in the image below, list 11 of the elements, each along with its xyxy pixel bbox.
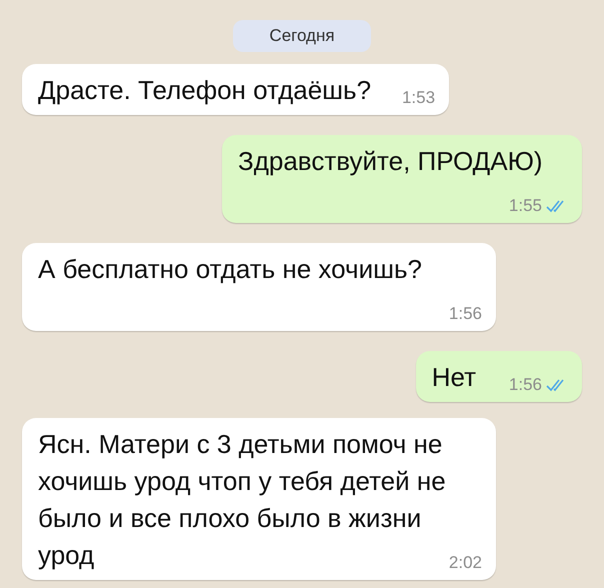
message-time: 1:55 <box>508 194 542 216</box>
message-time: 2:02 <box>448 552 482 574</box>
message-time: 1:53 <box>402 86 436 108</box>
date-divider: Сегодня <box>233 20 371 52</box>
message-time: 1:56 <box>508 374 542 396</box>
message-text: Ясн. Матери с 3 детьми помоч не хочишь урод чтоп у тебя детей не было и все плохо было в жизни урод <box>38 428 446 570</box>
message-text: Здравствуйте, ПРОДАЮ) <box>238 146 542 176</box>
message-text: Нет <box>432 362 476 392</box>
message-time: 1:56 <box>448 302 482 324</box>
message-text: Драсте. Телефон отдаёшь? <box>38 74 372 104</box>
message-text: А бесплатно отдать не хочишь? <box>38 254 422 284</box>
